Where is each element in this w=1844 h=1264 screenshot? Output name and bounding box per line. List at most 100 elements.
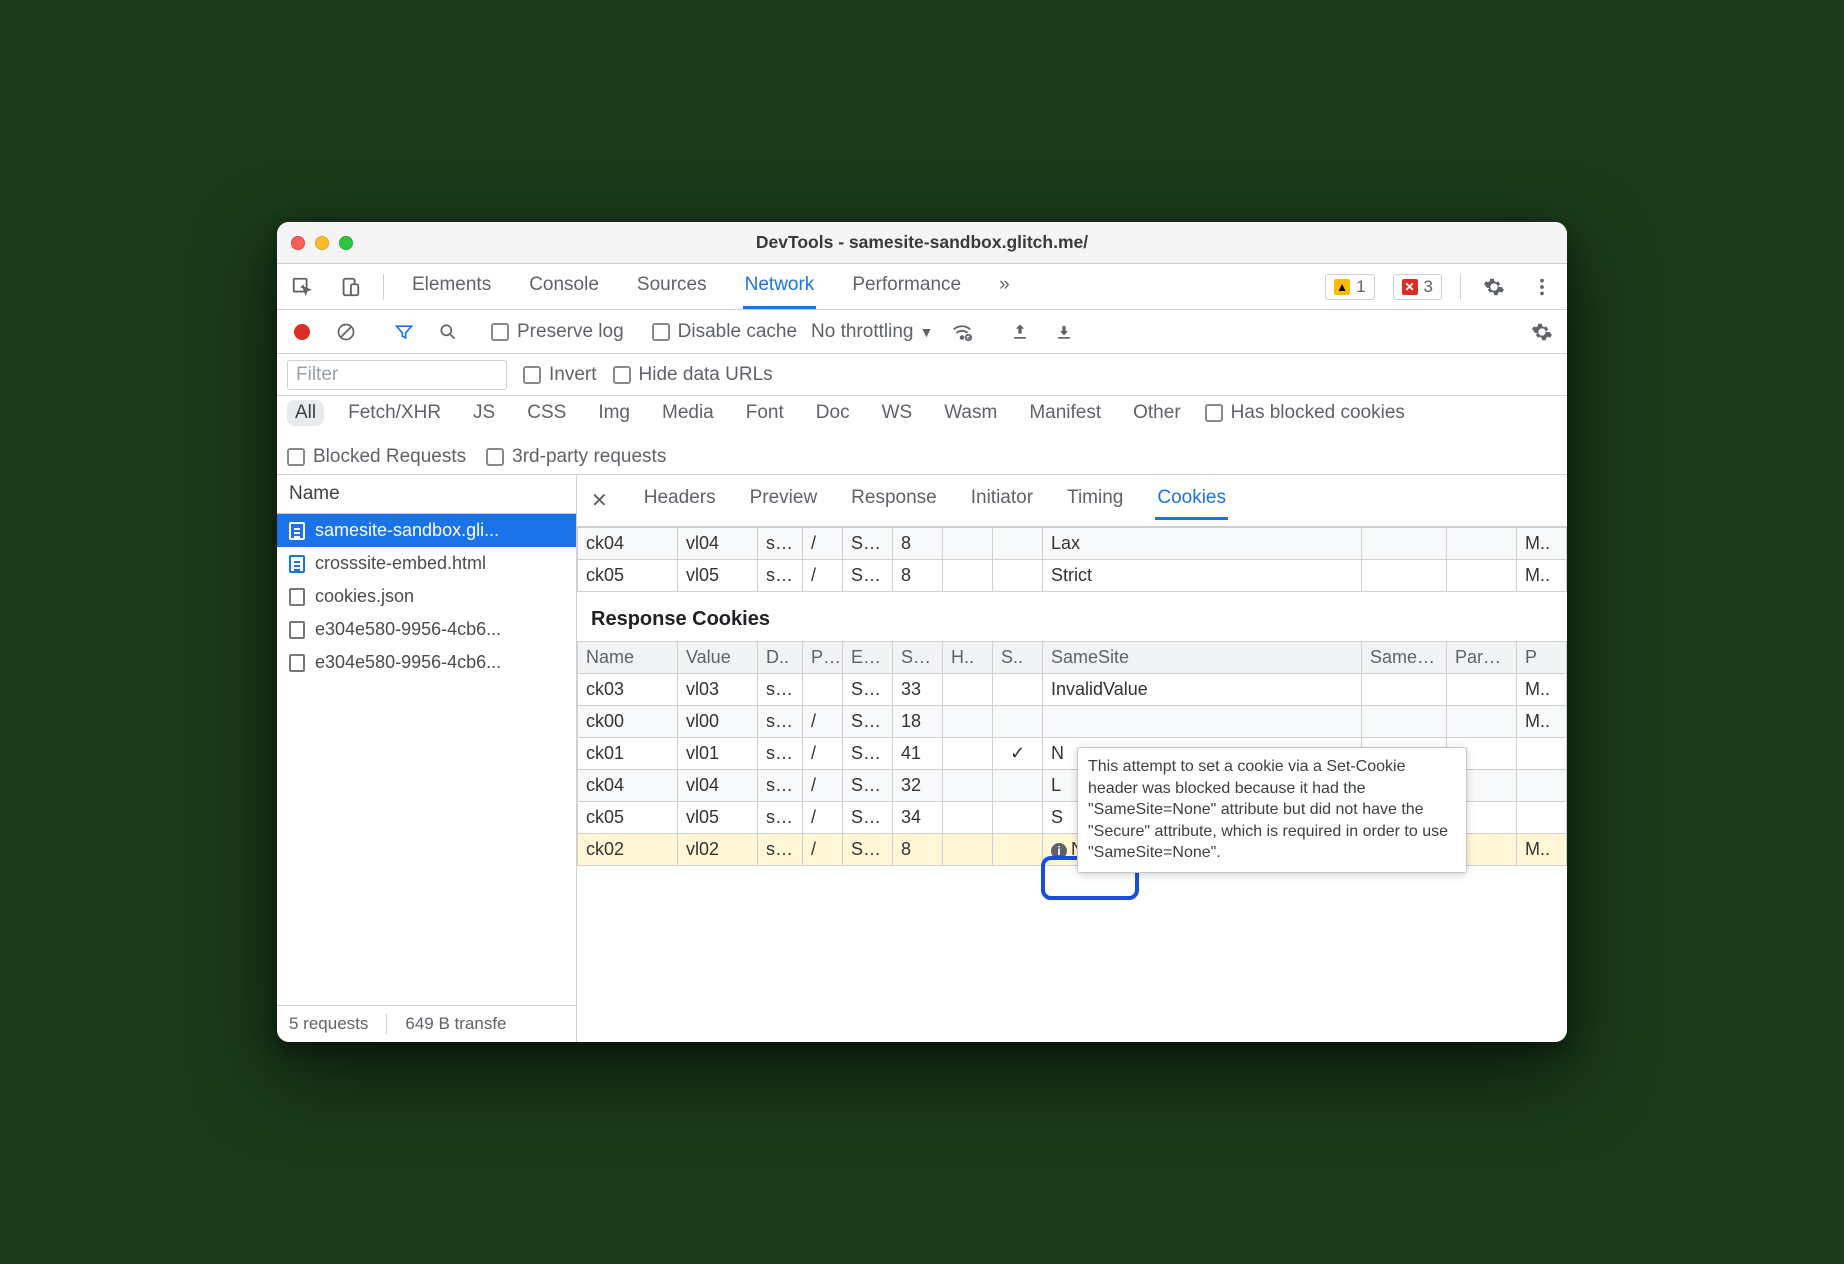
close-icon[interactable]: ✕ (591, 488, 608, 513)
invert-checkbox[interactable]: Invert (523, 364, 597, 386)
request-row[interactable]: e304e580-9956-4cb6... (277, 613, 576, 646)
response-cookies-header: Response Cookies (577, 592, 1567, 641)
transfer-size: 649 B transfe (405, 1014, 506, 1034)
disable-cache-label: Disable cache (678, 321, 797, 343)
separator (1460, 274, 1461, 300)
request-row[interactable]: crosssite-embed.html (277, 547, 576, 580)
device-toggle-icon[interactable] (335, 272, 365, 302)
throttling-select[interactable]: No throttling ▼ (811, 321, 933, 343)
filter-input[interactable]: Filter (287, 360, 507, 390)
type-js[interactable]: JS (465, 400, 503, 426)
tab-console[interactable]: Console (527, 264, 601, 309)
third-party-checkbox[interactable]: 3rd-party requests (486, 446, 666, 468)
tab-network[interactable]: Network (743, 264, 817, 309)
third-party-label: 3rd-party requests (512, 446, 666, 468)
devtools-window: DevTools - samesite-sandbox.glitch.me/ E… (277, 222, 1567, 1042)
has-blocked-cookies-checkbox[interactable]: Has blocked cookies (1205, 402, 1405, 424)
detail-tabs: ✕ Headers Preview Response Initiator Tim… (577, 475, 1567, 527)
request-cookies-table: ck04vl04s…/S…8LaxM.. ck05vl05s…/S…8Stric… (577, 527, 1567, 592)
search-icon[interactable] (433, 317, 463, 347)
type-font[interactable]: Font (738, 400, 792, 426)
type-all[interactable]: All (287, 400, 324, 426)
clear-icon[interactable] (331, 317, 361, 347)
main-tabs: Elements Console Sources Network Perform… (410, 264, 1012, 309)
type-css[interactable]: CSS (519, 400, 574, 426)
error-count: 3 (1424, 277, 1433, 297)
tab-elements[interactable]: Elements (410, 264, 493, 309)
request-name: e304e580-9956-4cb6... (315, 619, 501, 640)
warning-icon: ▲ (1334, 279, 1350, 295)
request-row[interactable]: samesite-sandbox.gli... (277, 514, 576, 547)
table-row[interactable]: ck05vl05s…/S…8StrictM.. (578, 560, 1567, 592)
network-conditions-icon[interactable] (947, 317, 977, 347)
types-row: All Fetch/XHR JS CSS Img Media Font Doc … (277, 396, 1567, 475)
main-tabsbar: Elements Console Sources Network Perform… (277, 264, 1567, 310)
hide-data-urls-label: Hide data URLs (639, 364, 773, 386)
tabs-overflow-icon[interactable]: » (997, 264, 1012, 309)
content-split: Name samesite-sandbox.gli... crosssite-e… (277, 475, 1567, 1042)
request-name: samesite-sandbox.gli... (315, 520, 499, 541)
detail-tab-initiator[interactable]: Initiator (969, 481, 1035, 520)
info-icon: i (1051, 843, 1067, 859)
kebab-menu-icon[interactable] (1527, 272, 1557, 302)
window-title: DevTools - samesite-sandbox.glitch.me/ (277, 232, 1567, 253)
gear-icon[interactable] (1479, 272, 1509, 302)
gear-icon[interactable] (1527, 317, 1557, 347)
file-icon (289, 621, 305, 639)
detail-pane: ✕ Headers Preview Response Initiator Tim… (577, 475, 1567, 1042)
type-wasm[interactable]: Wasm (936, 400, 1005, 426)
filter-icon[interactable] (389, 317, 419, 347)
download-har-icon[interactable] (1049, 317, 1079, 347)
titlebar: DevTools - samesite-sandbox.glitch.me/ (277, 222, 1567, 264)
request-name: cookies.json (315, 586, 414, 607)
request-row[interactable]: cookies.json (277, 580, 576, 613)
tab-sources[interactable]: Sources (635, 264, 709, 309)
disable-cache-checkbox[interactable]: Disable cache (652, 321, 797, 343)
detail-tab-headers[interactable]: Headers (642, 481, 718, 520)
file-icon (289, 588, 305, 606)
type-fetch-xhr[interactable]: Fetch/XHR (340, 400, 449, 426)
error-icon: ✕ (1402, 279, 1418, 295)
detail-tab-preview[interactable]: Preview (748, 481, 820, 520)
separator (383, 274, 384, 300)
invert-label: Invert (549, 364, 597, 386)
table-header-row: Name Value D.. P… E… S… H.. S.. SameSite… (578, 642, 1567, 674)
error-badge[interactable]: ✕ 3 (1393, 274, 1442, 300)
request-list: samesite-sandbox.gli... crosssite-embed.… (277, 514, 576, 1005)
tab-performance[interactable]: Performance (850, 264, 963, 309)
detail-tab-response[interactable]: Response (849, 481, 939, 520)
cookies-panel: ck04vl04s…/S…8LaxM.. ck05vl05s…/S…8Stric… (577, 527, 1567, 1042)
type-other[interactable]: Other (1125, 400, 1189, 426)
chevron-down-icon: ▼ (919, 324, 933, 340)
blocked-requests-label: Blocked Requests (313, 446, 466, 468)
request-count: 5 requests (289, 1014, 368, 1034)
hide-data-urls-checkbox[interactable]: Hide data URLs (613, 364, 773, 386)
detail-tab-timing[interactable]: Timing (1065, 481, 1125, 520)
has-blocked-cookies-label: Has blocked cookies (1231, 402, 1405, 424)
type-manifest[interactable]: Manifest (1021, 400, 1109, 426)
tooltip: This attempt to set a cookie via a Set-C… (1077, 747, 1467, 873)
table-row[interactable]: ck03vl03s…S…33InvalidValueM.. (578, 674, 1567, 706)
request-list-header[interactable]: Name (277, 475, 576, 514)
file-icon (289, 654, 305, 672)
preserve-log-checkbox[interactable]: Preserve log (491, 321, 624, 343)
request-row[interactable]: e304e580-9956-4cb6... (277, 646, 576, 679)
request-name: e304e580-9956-4cb6... (315, 652, 501, 673)
detail-tab-cookies[interactable]: Cookies (1155, 481, 1228, 520)
table-row[interactable]: ck00vl00s…/S…18M.. (578, 706, 1567, 738)
request-name: crosssite-embed.html (315, 553, 486, 574)
throttling-value: No throttling (811, 321, 913, 343)
type-media[interactable]: Media (654, 400, 722, 426)
filter-row: Filter Invert Hide data URLs (277, 354, 1567, 396)
request-status-bar: 5 requests 649 B transfe (277, 1005, 576, 1042)
upload-har-icon[interactable] (1005, 317, 1035, 347)
record-button[interactable] (287, 317, 317, 347)
table-row[interactable]: ck04vl04s…/S…8LaxM.. (578, 528, 1567, 560)
blocked-requests-checkbox[interactable]: Blocked Requests (287, 446, 466, 468)
network-toolbar: Preserve log Disable cache No throttling… (277, 310, 1567, 354)
inspect-icon[interactable] (287, 272, 317, 302)
type-ws[interactable]: WS (874, 400, 921, 426)
warning-badge[interactable]: ▲ 1 (1325, 274, 1374, 300)
type-doc[interactable]: Doc (808, 400, 858, 426)
type-img[interactable]: Img (590, 400, 638, 426)
